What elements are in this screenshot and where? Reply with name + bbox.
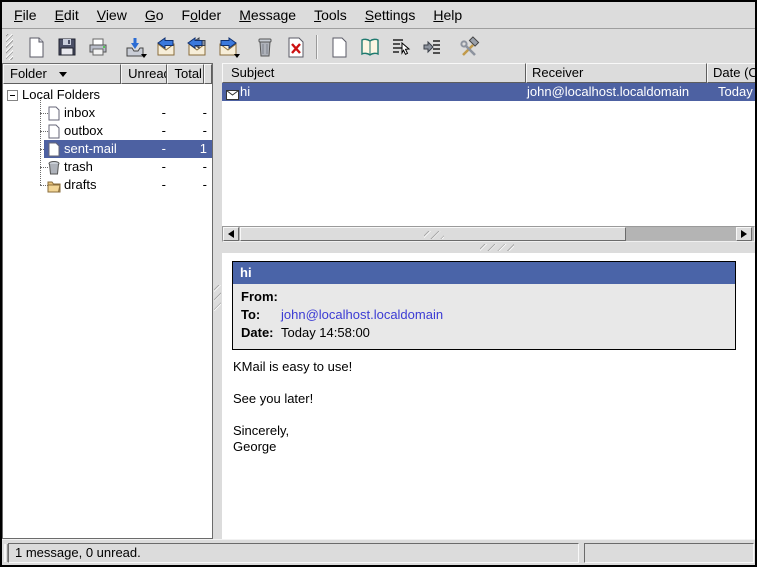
filter-list-icon [421, 36, 443, 58]
scroll-right-button[interactable] [736, 227, 752, 241]
menu-edit[interactable]: Edit [46, 4, 88, 26]
message-list-header: Subject Receiver Date (Order of Arrival) [222, 63, 755, 83]
folder-row-trash[interactable]: trash - - [3, 158, 212, 176]
folder-row-outbox[interactable]: outbox - - [3, 122, 212, 140]
folder-row-drafts[interactable]: drafts - - [3, 176, 212, 194]
column-header-receiver[interactable]: Receiver [526, 63, 707, 83]
status-secondary-panel [584, 543, 754, 563]
thumb-grip-icon [424, 231, 444, 239]
message-subject-title: hi [233, 262, 735, 284]
menu-help[interactable]: Help [424, 4, 471, 26]
arrow-right-icon [741, 230, 747, 238]
splitter-grip-icon [214, 285, 221, 311]
menubar: File Edit View Go Folder Message Tools S… [2, 2, 755, 29]
menu-tools[interactable]: Tools [305, 4, 356, 26]
blank-page-icon [328, 36, 350, 58]
new-message-button[interactable] [22, 33, 49, 60]
vertical-splitter[interactable] [213, 63, 222, 539]
menu-folder[interactable]: Folder [173, 4, 231, 26]
trash-icon [254, 36, 276, 58]
column-header-folder[interactable]: Folder [3, 64, 121, 84]
filter-button[interactable] [418, 33, 445, 60]
scroll-left-button[interactable] [223, 227, 239, 241]
folder-list-header: Folder Unread Total [3, 64, 212, 84]
print-icon [87, 36, 109, 58]
status-bar: 1 message, 0 unread. [2, 539, 755, 565]
toolbar-drag-handle[interactable] [6, 34, 13, 60]
message-list: hi john@localhost.localdomain Today 14:5… [222, 83, 755, 226]
reply-button[interactable] [152, 33, 179, 60]
mark-list-icon [390, 36, 412, 58]
message-row[interactable]: hi john@localhost.localdomain Today 14:5… [222, 83, 755, 101]
scrollbar-thumb[interactable] [240, 227, 626, 241]
message-body: KMail is easy to use! See you later! Sin… [233, 359, 747, 455]
mail-folder-icon [47, 106, 61, 120]
arrow-left-icon [228, 230, 234, 238]
print-button[interactable] [84, 33, 111, 60]
configure-button[interactable] [455, 33, 482, 60]
forward-button[interactable] [214, 33, 241, 60]
drafts-folder-icon [47, 178, 61, 192]
menu-file[interactable]: File [5, 4, 46, 26]
new-window-button[interactable] [325, 33, 352, 60]
trash-folder-icon [47, 160, 61, 174]
menu-settings[interactable]: Settings [356, 4, 425, 26]
address-book-icon [359, 36, 381, 58]
column-header-total[interactable]: Total [167, 64, 204, 84]
to-address-link[interactable]: john@localhost.localdomain [281, 307, 443, 322]
splitter-grip-icon [480, 244, 514, 251]
menu-go[interactable]: Go [136, 4, 173, 26]
column-header-date[interactable]: Date (Order of Arrival) [707, 63, 755, 83]
sort-arrow-icon [59, 72, 67, 77]
folder-row-local-folders[interactable]: Local Folders [3, 86, 212, 104]
save-icon [56, 36, 78, 58]
toolbar-separator [316, 35, 318, 59]
mail-folder-icon [47, 142, 61, 156]
folder-root-label: Local Folders [22, 86, 100, 104]
header-date-row: Date:Today 14:58:00 [241, 324, 735, 342]
reply-icon [155, 36, 177, 58]
mail-folder-icon [47, 124, 61, 138]
header-from-row: From: [241, 288, 735, 306]
message-header-box: hi From: To:john@localhost.localdomain D… [232, 261, 736, 350]
column-header-unread[interactable]: Unread [121, 64, 167, 84]
message-preview-pane: hi From: To:john@localhost.localdomain D… [222, 253, 755, 539]
status-message: 1 message, 0 unread. [8, 543, 579, 563]
folder-panel: Folder Unread Total Local Folders inbox … [2, 63, 213, 539]
address-book-button[interactable] [356, 33, 383, 60]
move-to-trash-button[interactable] [251, 33, 278, 60]
delete-icon [285, 36, 307, 58]
header-to-row: To:john@localhost.localdomain [241, 306, 735, 324]
menu-message[interactable]: Message [230, 4, 305, 26]
new-message-icon [25, 36, 47, 58]
reply-all-icon [186, 36, 208, 58]
save-as-button[interactable] [53, 33, 80, 60]
delete-button[interactable] [282, 33, 309, 60]
toolbar [2, 30, 755, 63]
menu-view[interactable]: View [88, 4, 136, 26]
date-value: Today 14:58:00 [281, 325, 370, 340]
horizontal-splitter[interactable] [222, 242, 755, 253]
check-mail-button[interactable] [121, 33, 148, 60]
folder-tree: Local Folders inbox - - outbox - - sent-… [3, 84, 212, 538]
folder-row-sent-mail[interactable]: sent-mail - 1 [3, 140, 212, 158]
configure-icon [458, 36, 480, 58]
mark-message-button[interactable] [387, 33, 414, 60]
column-header-subject[interactable]: Subject [222, 63, 526, 83]
dropdown-caret-icon [234, 54, 240, 58]
dropdown-caret-icon [141, 54, 147, 58]
horizontal-scrollbar [222, 226, 755, 242]
column-header-filler [204, 64, 212, 84]
kmail-window: File Edit View Go Folder Message Tools S… [0, 0, 757, 567]
reply-all-button[interactable] [183, 33, 210, 60]
folder-row-inbox[interactable]: inbox - - [3, 104, 212, 122]
collapse-expander-icon[interactable] [7, 90, 18, 101]
envelope-icon [226, 87, 239, 105]
